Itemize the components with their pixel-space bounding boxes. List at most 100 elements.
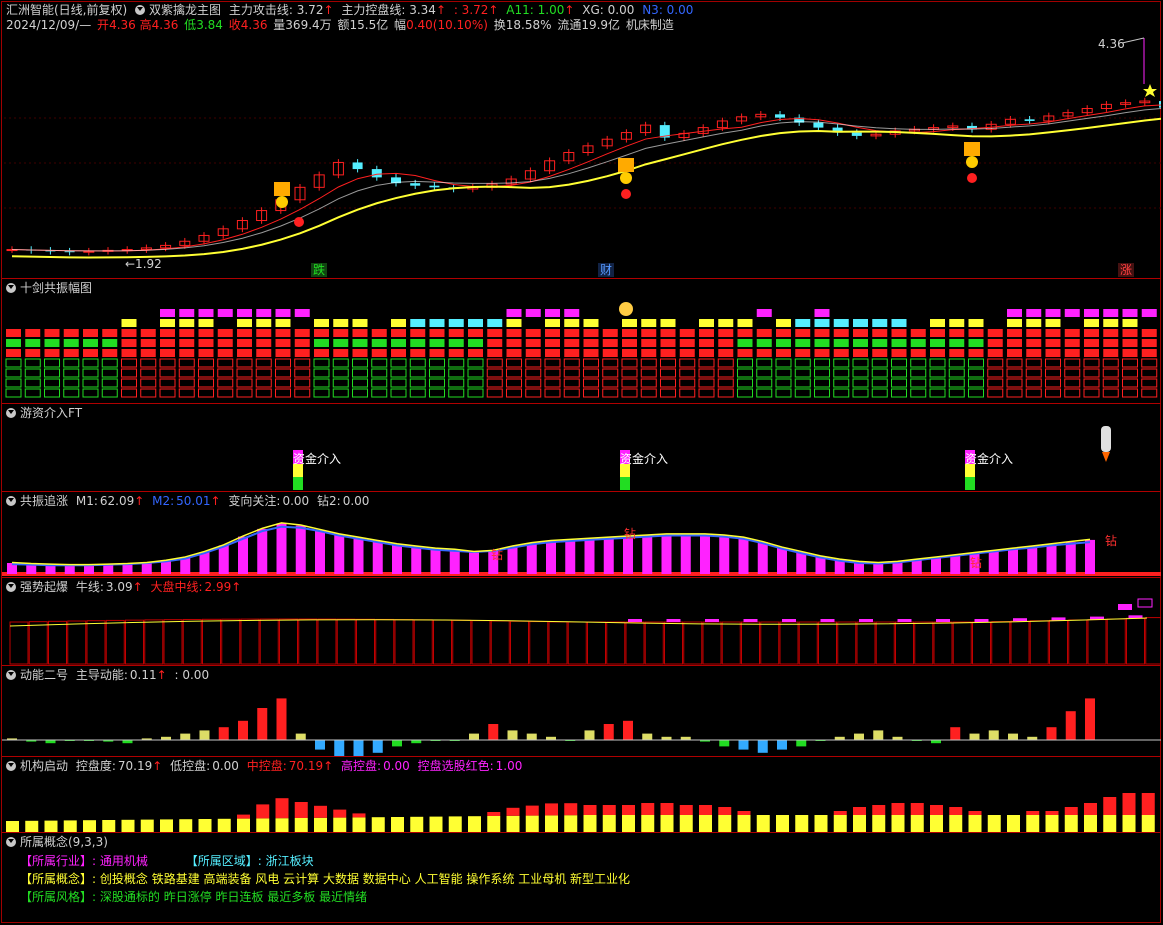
sword-cell (332, 358, 349, 368)
signal-bar (618, 158, 634, 172)
control-bar-yellow (910, 815, 924, 833)
r-badge-icon (967, 173, 977, 183)
sword-top-block (1007, 319, 1022, 327)
sword-cell (1141, 349, 1157, 357)
resonance-chase-panel[interactable]: 共振追涨 M1: 62.09↑ M2: 50.01↑ 变向关注: 0.00 钻2: 0.… (2, 491, 1161, 577)
control-line (11, 117, 1161, 259)
sword-cell (891, 339, 907, 347)
sword-top-block (237, 319, 252, 327)
style-row: 【所属风格】: 深股通标的 昨日涨停 昨日连板 最近多板 最近情绪 (20, 888, 367, 905)
sword-cell (467, 358, 484, 368)
hot-money-panel[interactable]: 游资介入FT 资金介入 资金介入 资金介入 (2, 403, 1161, 491)
rocket-flame (1102, 452, 1110, 462)
sword-cell (929, 388, 946, 398)
control-bar-red (1141, 793, 1155, 815)
sword-cell (237, 339, 252, 347)
sword-cell (545, 339, 560, 347)
sword-cell (178, 388, 195, 398)
strong-burst-panel[interactable]: 强势起爆 牛线: 3.09↑ 大盘中线: 2.99↑ (2, 577, 1161, 665)
style-value[interactable]: 深股通标的 昨日涨停 昨日连板 最近多板 最近情绪 (100, 890, 367, 904)
sword-cell (583, 388, 599, 398)
control-bar-yellow (1007, 815, 1020, 833)
burst-box (105, 619, 125, 665)
region-value[interactable]: 浙江板块 (266, 854, 314, 868)
sword-cell (6, 339, 21, 347)
industry-value[interactable]: 通用机械 (100, 854, 148, 868)
sword-cell (256, 339, 272, 347)
sword-cell (63, 368, 80, 378)
burst-box (664, 621, 683, 665)
sword-cell (756, 329, 772, 337)
control-bar-red (872, 805, 886, 815)
control-bar-yellow (545, 815, 558, 833)
institution-panel[interactable]: 机构启动 控盘度: 70.19↑ 低控盘: 0.00 中控盘: 70.19↑ 高控盘:… (2, 756, 1161, 833)
sword-cell (467, 368, 484, 378)
sword-cell (679, 339, 695, 347)
sword-cell (256, 329, 272, 337)
sword-cell (313, 388, 330, 398)
sword-cell (679, 368, 696, 378)
momentum-bar (854, 733, 864, 740)
control-bar-yellow (352, 817, 366, 833)
sword-cell (1141, 339, 1157, 347)
sword-top-block (872, 319, 888, 327)
sword-cell (545, 329, 560, 337)
sword-top-block (814, 319, 830, 327)
sword-cell (294, 339, 310, 347)
sword-cell (506, 339, 522, 347)
sword-cell (294, 378, 311, 388)
sword-cell (775, 388, 792, 398)
sword-cell (545, 349, 560, 357)
control-bar-yellow (256, 818, 270, 833)
sword-top-block (429, 319, 445, 327)
control-bar-red (602, 805, 616, 815)
sword-cell (352, 339, 368, 347)
candlestick-chart[interactable] (2, 0, 1161, 278)
sword-cell (583, 378, 599, 388)
control-bar-yellow (756, 815, 770, 833)
control-bar-red (1026, 811, 1040, 815)
sword-top-block (699, 319, 714, 327)
control-bar-yellow (333, 817, 347, 833)
sword-cell (159, 368, 176, 378)
sword-cell (294, 349, 310, 357)
momentum-bar (603, 724, 614, 740)
chase-bar (238, 536, 248, 574)
control-bar-red (718, 807, 732, 815)
momentum-bar (757, 740, 768, 753)
chase-bar (931, 557, 941, 574)
sword-cell (602, 339, 618, 347)
momentum-bar (1046, 727, 1057, 740)
control-bar-red (949, 807, 963, 815)
burst-box (202, 618, 221, 665)
sword-top-block (776, 319, 791, 327)
sword-cell (930, 349, 945, 357)
sword-cell (371, 349, 387, 357)
chase-bar (1065, 542, 1076, 574)
sword-cell (429, 329, 445, 337)
sword-cell (872, 329, 888, 337)
momentum-bar (584, 730, 595, 740)
panel-dropdown-icon[interactable] (6, 837, 16, 847)
sword-top-block (564, 309, 580, 317)
sword-resonance-panel[interactable]: 十剑共振幅图 (2, 278, 1161, 403)
sword-cell (333, 329, 349, 337)
sword-cell (391, 349, 406, 357)
concept-value[interactable]: 创投概念 铁路基建 高端装备 风电 云计算 大数据 数据中心 人工智能 操作系统… (100, 872, 630, 886)
sword-top-block (1084, 309, 1099, 317)
sword-cell (910, 339, 926, 347)
signal-bar (964, 142, 980, 156)
momentum-bar (257, 708, 268, 740)
main-chart-panel[interactable]: 汇洲智能(日线,前复权) 双紫擒龙主图 主力攻击线: 3.72↑ 主力控盘线: … (2, 0, 1161, 278)
sword-cell (795, 349, 811, 357)
sword-cell (814, 358, 830, 368)
chase-bar (257, 528, 268, 574)
momentum-panel[interactable]: 动能二号 主导动能: 0.11↑ : 0.00 (2, 665, 1161, 757)
sword-cell (1102, 368, 1119, 378)
sword-cell (1006, 368, 1023, 378)
chase-bar (469, 552, 479, 574)
sword-cell (1026, 329, 1042, 337)
sword-cell (102, 349, 118, 357)
burst-box (182, 618, 202, 665)
momentum-bar (180, 733, 191, 740)
